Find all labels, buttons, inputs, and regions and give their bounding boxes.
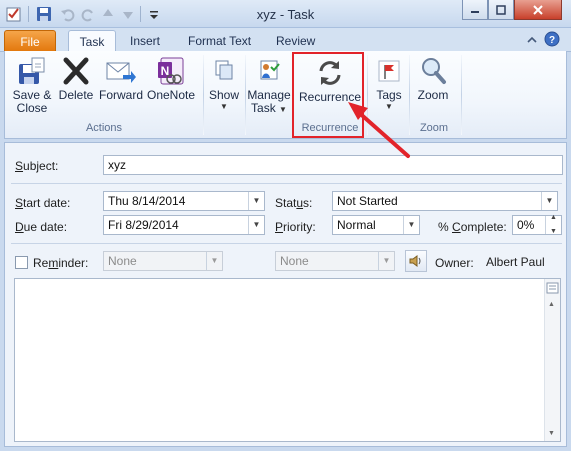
reminder-label: Reminder: (33, 256, 89, 270)
priority-dropdown-icon[interactable]: ▼ (403, 216, 419, 234)
show-button[interactable]: Show ▼ (205, 55, 243, 111)
delete-label: Delete (58, 88, 94, 102)
due-date-value: Fri 8/29/2014 (108, 218, 179, 232)
save-close-icon (19, 57, 45, 84)
reminder-date-value: None (108, 254, 137, 268)
delete-icon (63, 57, 89, 85)
tab-file[interactable]: File (4, 30, 56, 52)
status-select[interactable]: Not Started ▼ (332, 191, 558, 211)
status-label: Status: (275, 196, 313, 210)
percent-complete-label: % Complete: (438, 220, 507, 234)
scroll-down-icon[interactable]: ▼ (548, 430, 555, 437)
group-separator (461, 55, 462, 135)
task-body-editor[interactable]: ▲ ▼ (14, 278, 561, 442)
show-icon (215, 60, 233, 80)
reminder-time-dropdown-icon: ▼ (378, 252, 394, 270)
forward-icon (106, 62, 136, 83)
start-date-field[interactable]: Thu 8/14/2014 ▼ (103, 191, 265, 211)
show-dropdown-icon: ▼ (220, 102, 228, 111)
manage-task-icon (260, 60, 280, 80)
reminder-date-dropdown-icon: ▼ (206, 252, 222, 270)
delete-button[interactable]: Delete (57, 55, 95, 102)
speaker-icon (409, 255, 421, 267)
save-close-button[interactable]: Save & Close (11, 55, 53, 115)
reminder-checkbox[interactable] (15, 256, 28, 269)
reminder-time-select[interactable]: None ▼ (275, 251, 395, 271)
manage-task-button[interactable]: Manage Task ▼ (247, 55, 291, 115)
owner-value: Albert Paul (486, 255, 545, 269)
status-dropdown-icon[interactable]: ▼ (541, 192, 557, 210)
group-separator (203, 55, 204, 135)
priority-select[interactable]: Normal ▼ (332, 215, 420, 235)
tab-format-text[interactable]: Format Text (178, 30, 261, 52)
close-button[interactable] (514, 0, 562, 20)
onenote-button[interactable]: N OneNote (146, 55, 196, 102)
task-form: Subject: xyz Start date: Thu 8/14/2014 ▼… (4, 142, 567, 447)
close-icon (533, 4, 543, 15)
ribbon: Save & Close Delete Forward N OneNote Ac… (4, 51, 567, 139)
forward-button[interactable]: Forward (98, 55, 144, 102)
start-date-label: Start date: (15, 196, 71, 210)
status-value: Not Started (337, 194, 398, 208)
priority-value: Normal (337, 218, 376, 232)
reminder-sound-button[interactable] (405, 250, 427, 272)
spellcheck-icon[interactable] (546, 281, 560, 295)
tab-insert[interactable]: Insert (120, 30, 170, 52)
scroll-up-icon[interactable]: ▲ (548, 301, 555, 308)
subject-input[interactable]: xyz (103, 155, 563, 175)
reminder-date-select[interactable]: None ▼ (103, 251, 223, 271)
save-close-label-line2: Close (16, 101, 48, 115)
title-bar: xyz - Task (0, 0, 571, 28)
percent-complete-value: 0% (517, 218, 535, 232)
collapse-ribbon-icon[interactable] (526, 34, 538, 46)
priority-label: Priority: (275, 220, 316, 234)
manage-task-label-line2: Task ▼ (251, 101, 287, 115)
maximize-button[interactable] (488, 0, 514, 20)
zoom-icon (422, 58, 446, 84)
tab-task[interactable]: Task (68, 30, 116, 53)
forward-label: Forward (98, 88, 143, 102)
onenote-label: OneNote (146, 88, 196, 102)
due-date-label: Due date: (15, 220, 68, 234)
percent-complete-stepper[interactable]: 0% ▲ ▼ (512, 214, 562, 235)
flag-icon (378, 60, 400, 82)
show-label: Show (208, 88, 240, 102)
group-separator (245, 55, 246, 135)
reminder-time-value: None (280, 254, 309, 268)
due-date-field[interactable]: Fri 8/29/2014 ▼ (103, 215, 265, 235)
group-label-actions: Actions (85, 122, 123, 134)
minimize-icon (471, 10, 479, 13)
annotation-arrow (348, 102, 410, 158)
start-date-dropdown-icon[interactable]: ▼ (248, 192, 264, 210)
onenote-icon: N (158, 57, 184, 85)
divider (11, 243, 562, 244)
ribbon-tab-row: File Task Insert Format Text Review ? (0, 28, 571, 53)
percent-spinner-icon[interactable]: ▲ ▼ (545, 214, 561, 235)
tab-review[interactable]: Review (266, 30, 325, 52)
maximize-icon (496, 4, 506, 15)
subject-label: Subject: (15, 159, 59, 173)
svg-text:?: ? (549, 35, 555, 46)
help-icon[interactable]: ? (544, 31, 560, 47)
start-date-value: Thu 8/14/2014 (108, 194, 186, 208)
divider (11, 183, 562, 184)
due-date-dropdown-icon[interactable]: ▼ (248, 216, 264, 234)
minimize-button[interactable] (462, 0, 488, 20)
vertical-scrollbar[interactable]: ▲ ▼ (544, 279, 560, 441)
owner-label: Owner: (435, 256, 474, 270)
